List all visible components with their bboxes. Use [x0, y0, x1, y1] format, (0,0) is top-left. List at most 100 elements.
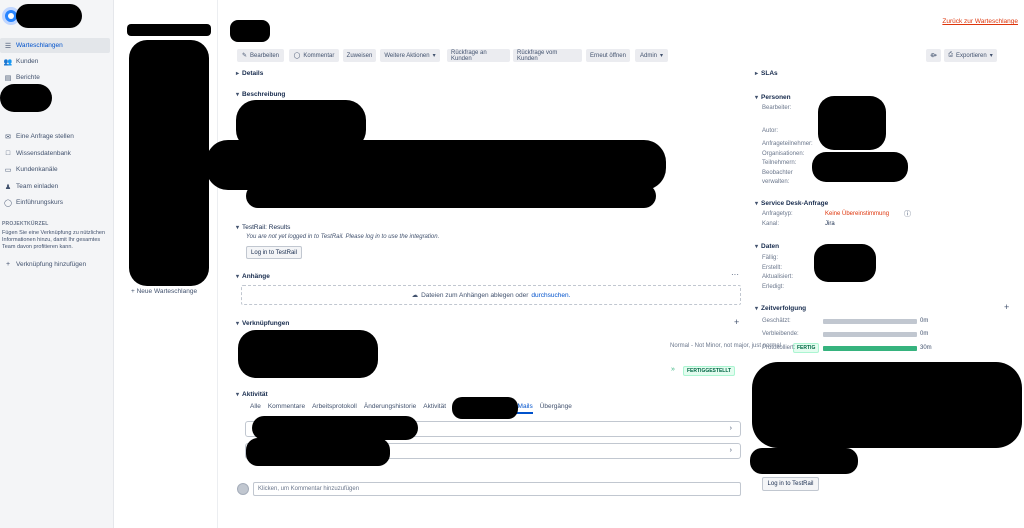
- logged-value: 30m: [920, 345, 932, 351]
- chevrons-down-icon: »: [671, 366, 675, 373]
- new-queue-link[interactable]: + Neue Warteschlange: [131, 288, 197, 295]
- plus-icon: +: [5, 261, 11, 268]
- sidebar-item-raise-request[interactable]: ✉ Eine Anfrage stellen: [0, 129, 110, 144]
- chevron-down-icon: ▾: [755, 306, 759, 312]
- estimated-bar: [823, 319, 917, 324]
- created-label: Erstellt:: [762, 265, 783, 271]
- help-icon[interactable]: ⓘ: [904, 209, 911, 219]
- browse-link[interactable]: durchsuchen.: [531, 292, 570, 299]
- chevron-down-icon: ▾: [236, 274, 240, 280]
- testrail-login-button-right[interactable]: Log in to TestRail: [762, 477, 819, 491]
- testrail-login-button[interactable]: Log in to TestRail: [246, 246, 302, 259]
- edit-button[interactable]: ✎ Bearbeiten: [237, 49, 284, 62]
- more-options-icon[interactable]: ···: [731, 270, 739, 279]
- redacted-linked-issues: [238, 330, 378, 378]
- assign-button[interactable]: Zuweisen: [343, 49, 376, 62]
- invite-team-icon: ♟: [4, 183, 12, 191]
- attachment-dropzone[interactable]: ☁ Dateien zum Anhängen ablegen oder durc…: [241, 285, 741, 305]
- slas-section-toggle[interactable]: ▸ SLAs: [755, 70, 778, 77]
- chevron-right-icon: ›: [729, 425, 732, 432]
- description-section-toggle[interactable]: ▾ Beschreibung: [236, 91, 285, 98]
- ask-customer-button[interactable]: Rückfrage an Kunden: [447, 49, 510, 62]
- reopen-button[interactable]: Erneut öffnen: [586, 49, 630, 62]
- comment-button[interactable]: ◯ Kommentar: [289, 49, 339, 62]
- redacted-people: [812, 152, 908, 182]
- sidebar-item-label: Warteschlangen: [16, 42, 63, 49]
- redacted-panel: [750, 448, 858, 474]
- customers-icon: 👥: [3, 58, 13, 66]
- remaining-value: 0m: [920, 331, 929, 337]
- sidebar-item-channels[interactable]: ▭ Kundenkanäle: [0, 162, 110, 177]
- activity-tabs: Alle Kommentare Arbeitsprotokoll Änderungsh…: [250, 403, 572, 414]
- sidebar-item-invite-team[interactable]: ♟ Team einladen: [0, 179, 110, 194]
- chevron-down-icon: ▾: [660, 53, 664, 59]
- tab-arbeitsprotokoll[interactable]: Arbeitsprotokoll: [312, 403, 357, 414]
- add-time-icon[interactable]: +: [1004, 302, 1009, 312]
- estimated-value: 0m: [920, 318, 929, 324]
- share-icon: ⟴: [930, 53, 937, 59]
- author-label: Autor:: [762, 128, 779, 134]
- sidebar-item-label: Kunden: [16, 58, 39, 65]
- comment-input[interactable]: Klicken, um Kommentar hinzuzufügen: [253, 482, 741, 496]
- testrail-section-toggle[interactable]: ▾ TestRail: Results: [236, 224, 290, 231]
- links-section-toggle[interactable]: ▾ Verknüpfungen: [236, 320, 289, 327]
- admin-button[interactable]: Admin ▾: [635, 49, 668, 62]
- more-actions-button[interactable]: Weitere Aktionen ▾: [380, 49, 440, 62]
- tab-kommentare[interactable]: Kommentare: [268, 403, 305, 414]
- add-shortcut-link[interactable]: + Verknüpfung hinzufügen: [0, 257, 110, 272]
- tab-übergänge[interactable]: Übergänge: [540, 403, 572, 414]
- request-type-value[interactable]: Keine Übereinstimmung: [825, 211, 889, 217]
- add-link-icon[interactable]: +: [734, 317, 739, 327]
- sidebar-item-label: Kundenkanäle: [16, 166, 58, 173]
- people-section-toggle[interactable]: ▾ Personen: [755, 94, 791, 101]
- redacted-activity: [252, 416, 418, 440]
- time-tracking-heading: Zeitverfolgung: [761, 305, 807, 312]
- details-heading: Details: [242, 70, 264, 77]
- tab-änderungshistorie[interactable]: Änderungshistorie: [364, 403, 416, 414]
- sidebar-item-label: Team einladen: [16, 183, 59, 190]
- service-desk-section-toggle[interactable]: ▾ Service Desk-Anfrage: [755, 200, 828, 207]
- chevron-down-icon: ▾: [236, 392, 240, 398]
- sidebar-item-customers[interactable]: 👥 Kunden: [0, 54, 110, 69]
- redacted-queue-header: [127, 24, 211, 36]
- estimated-label: Geschätzt:: [762, 318, 791, 324]
- shortcuts-heading: PROJEKTKÜRZEL: [2, 221, 49, 227]
- assign-label: Zuweisen: [346, 52, 373, 59]
- reports-icon: ▤: [4, 74, 12, 82]
- time-tracking-section-toggle[interactable]: ▾ Zeitverfolgung: [755, 305, 806, 312]
- redacted-tab: [452, 397, 518, 419]
- sidebar-item-queues[interactable]: ☰ Warteschlangen: [0, 38, 110, 53]
- sidebar-item-knowledge-base[interactable]: □ Wissensdatenbank: [0, 146, 110, 161]
- redacted-queue-list: [129, 40, 209, 286]
- raise-request-icon: ✉: [5, 133, 11, 141]
- sidebar-item-label: Wissensdatenbank: [16, 150, 71, 157]
- getting-started-icon: ◯: [4, 199, 12, 207]
- organizations-label: Organisationen:: [762, 151, 805, 157]
- details-section-toggle[interactable]: ▸ Details: [236, 70, 263, 77]
- links-heading: Verknüpfungen: [242, 320, 290, 327]
- channel-label: Kanal:: [762, 221, 780, 227]
- testrail-heading: TestRail: Results: [242, 224, 291, 231]
- attachments-section-toggle[interactable]: ▾ Anhänge: [236, 273, 270, 280]
- dates-section-toggle[interactable]: ▾ Daten: [755, 243, 779, 250]
- chevron-down-icon: ▾: [989, 53, 993, 59]
- chevron-down-icon: ▾: [755, 95, 759, 101]
- reopen-label: Erneut öffnen: [590, 52, 626, 59]
- tab-aktivität[interactable]: Aktivität: [423, 403, 446, 414]
- logged-label: Protokolliert:: [762, 345, 796, 351]
- export-button[interactable]: ⎙ Exportieren ▾: [944, 49, 997, 62]
- tab-alle[interactable]: Alle: [250, 403, 261, 414]
- people-heading: Personen: [761, 94, 791, 101]
- sidebar-item-reports[interactable]: ▤ Berichte: [0, 70, 110, 85]
- chevron-down-icon: ▾: [432, 53, 436, 59]
- watchers-manage-label: Beobachter verwalten:: [762, 170, 793, 185]
- watchers-label: Teilnehmern:: [762, 160, 797, 166]
- sidebar-item-getting-started[interactable]: ◯ Einführungskurs: [0, 195, 110, 210]
- activity-section-toggle[interactable]: ▾ Aktivität: [236, 391, 268, 398]
- knowledge-base-icon: □: [5, 150, 11, 157]
- back-to-queue-link[interactable]: Zurück zur Warteschlange: [942, 18, 1018, 25]
- from-customer-button[interactable]: Rückfrage vom Kunden: [513, 49, 582, 62]
- share-button[interactable]: ⟴: [926, 49, 941, 62]
- chevron-down-icon: ▾: [236, 92, 240, 98]
- redacted-description: [206, 140, 666, 190]
